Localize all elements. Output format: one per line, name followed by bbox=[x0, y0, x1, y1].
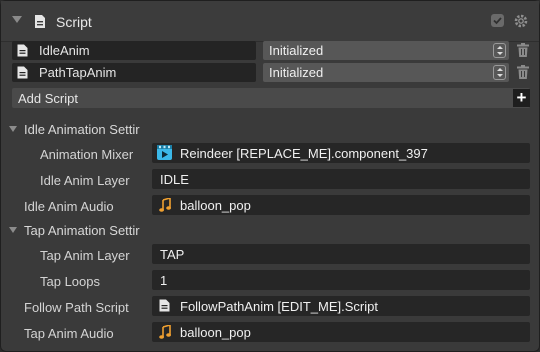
property-label: Follow Path Script bbox=[24, 300, 129, 315]
tap-anim-layer-input[interactable]: TAP bbox=[152, 244, 530, 264]
follow-path-script-field[interactable]: FollowPathAnim [EDIT_ME].Script bbox=[152, 296, 530, 316]
animation-mixer-icon bbox=[157, 145, 172, 160]
document-icon bbox=[17, 44, 28, 57]
triangle-down-icon[interactable] bbox=[9, 227, 17, 233]
triangle-down-icon[interactable] bbox=[9, 126, 17, 132]
script-state-select[interactable]: Initialized bbox=[263, 63, 509, 82]
trash-icon[interactable] bbox=[517, 65, 529, 79]
property-label: Tap Loops bbox=[40, 274, 100, 289]
document-icon bbox=[35, 15, 45, 28]
component-title: Script bbox=[56, 14, 92, 30]
tap-anim-audio-field[interactable]: balloon_pop bbox=[152, 322, 530, 342]
checkbox-icon[interactable] bbox=[491, 14, 504, 27]
idle-anim-audio-field[interactable]: balloon_pop bbox=[152, 195, 530, 215]
component-header[interactable]: Script bbox=[1, 1, 539, 42]
tap-loops-input[interactable]: 1 bbox=[152, 270, 530, 290]
script-name-field[interactable]: IdleAnim bbox=[12, 41, 256, 60]
script-state-value: Initialized bbox=[269, 65, 324, 80]
follow-path-script-value: FollowPathAnim [EDIT_ME].Script bbox=[180, 299, 378, 314]
section-title-tap-animation[interactable]: Tap Animation Settir bbox=[24, 223, 148, 238]
up-down-stepper-icon[interactable] bbox=[493, 43, 506, 58]
document-icon bbox=[159, 299, 170, 312]
property-label: Idle Anim Layer bbox=[40, 173, 130, 188]
script-component-panel: Script IdleAnim Initialized PathTapAnim … bbox=[0, 0, 540, 352]
gear-icon[interactable] bbox=[514, 14, 528, 28]
add-script-button[interactable]: + bbox=[513, 89, 530, 107]
idle-anim-layer-input[interactable]: IDLE bbox=[152, 169, 530, 189]
tap-anim-layer-value: TAP bbox=[160, 247, 185, 262]
tap-anim-audio-value: balloon_pop bbox=[180, 325, 251, 340]
idle-anim-audio-value: balloon_pop bbox=[180, 198, 251, 213]
property-label: Idle Anim Audio bbox=[24, 199, 114, 214]
script-name: PathTapAnim bbox=[39, 65, 117, 80]
property-label: Tap Anim Audio bbox=[24, 326, 114, 341]
script-name-field[interactable]: PathTapAnim bbox=[12, 63, 256, 82]
idle-anim-layer-value: IDLE bbox=[160, 172, 189, 187]
trash-icon[interactable] bbox=[517, 43, 529, 57]
animation-mixer-field[interactable]: Reindeer [REPLACE_ME].component_397 bbox=[152, 143, 530, 163]
property-label: Animation Mixer bbox=[40, 147, 134, 162]
music-note-icon bbox=[159, 325, 171, 339]
triangle-down-icon[interactable] bbox=[12, 16, 22, 23]
document-icon bbox=[17, 66, 28, 79]
section-title-idle-animation[interactable]: Idle Animation Settir bbox=[24, 122, 148, 137]
up-down-stepper-icon[interactable] bbox=[493, 65, 506, 80]
add-script-label: Add Script bbox=[18, 91, 78, 106]
tap-loops-value: 1 bbox=[160, 273, 168, 288]
music-note-icon bbox=[159, 198, 171, 212]
animation-mixer-value: Reindeer [REPLACE_ME].component_397 bbox=[180, 146, 428, 161]
add-script-bar[interactable]: Add Script + bbox=[12, 88, 530, 108]
script-name: IdleAnim bbox=[39, 43, 90, 58]
property-label: Tap Anim Layer bbox=[40, 248, 130, 263]
script-state-value: Initialized bbox=[269, 43, 324, 58]
script-state-select[interactable]: Initialized bbox=[263, 41, 509, 60]
